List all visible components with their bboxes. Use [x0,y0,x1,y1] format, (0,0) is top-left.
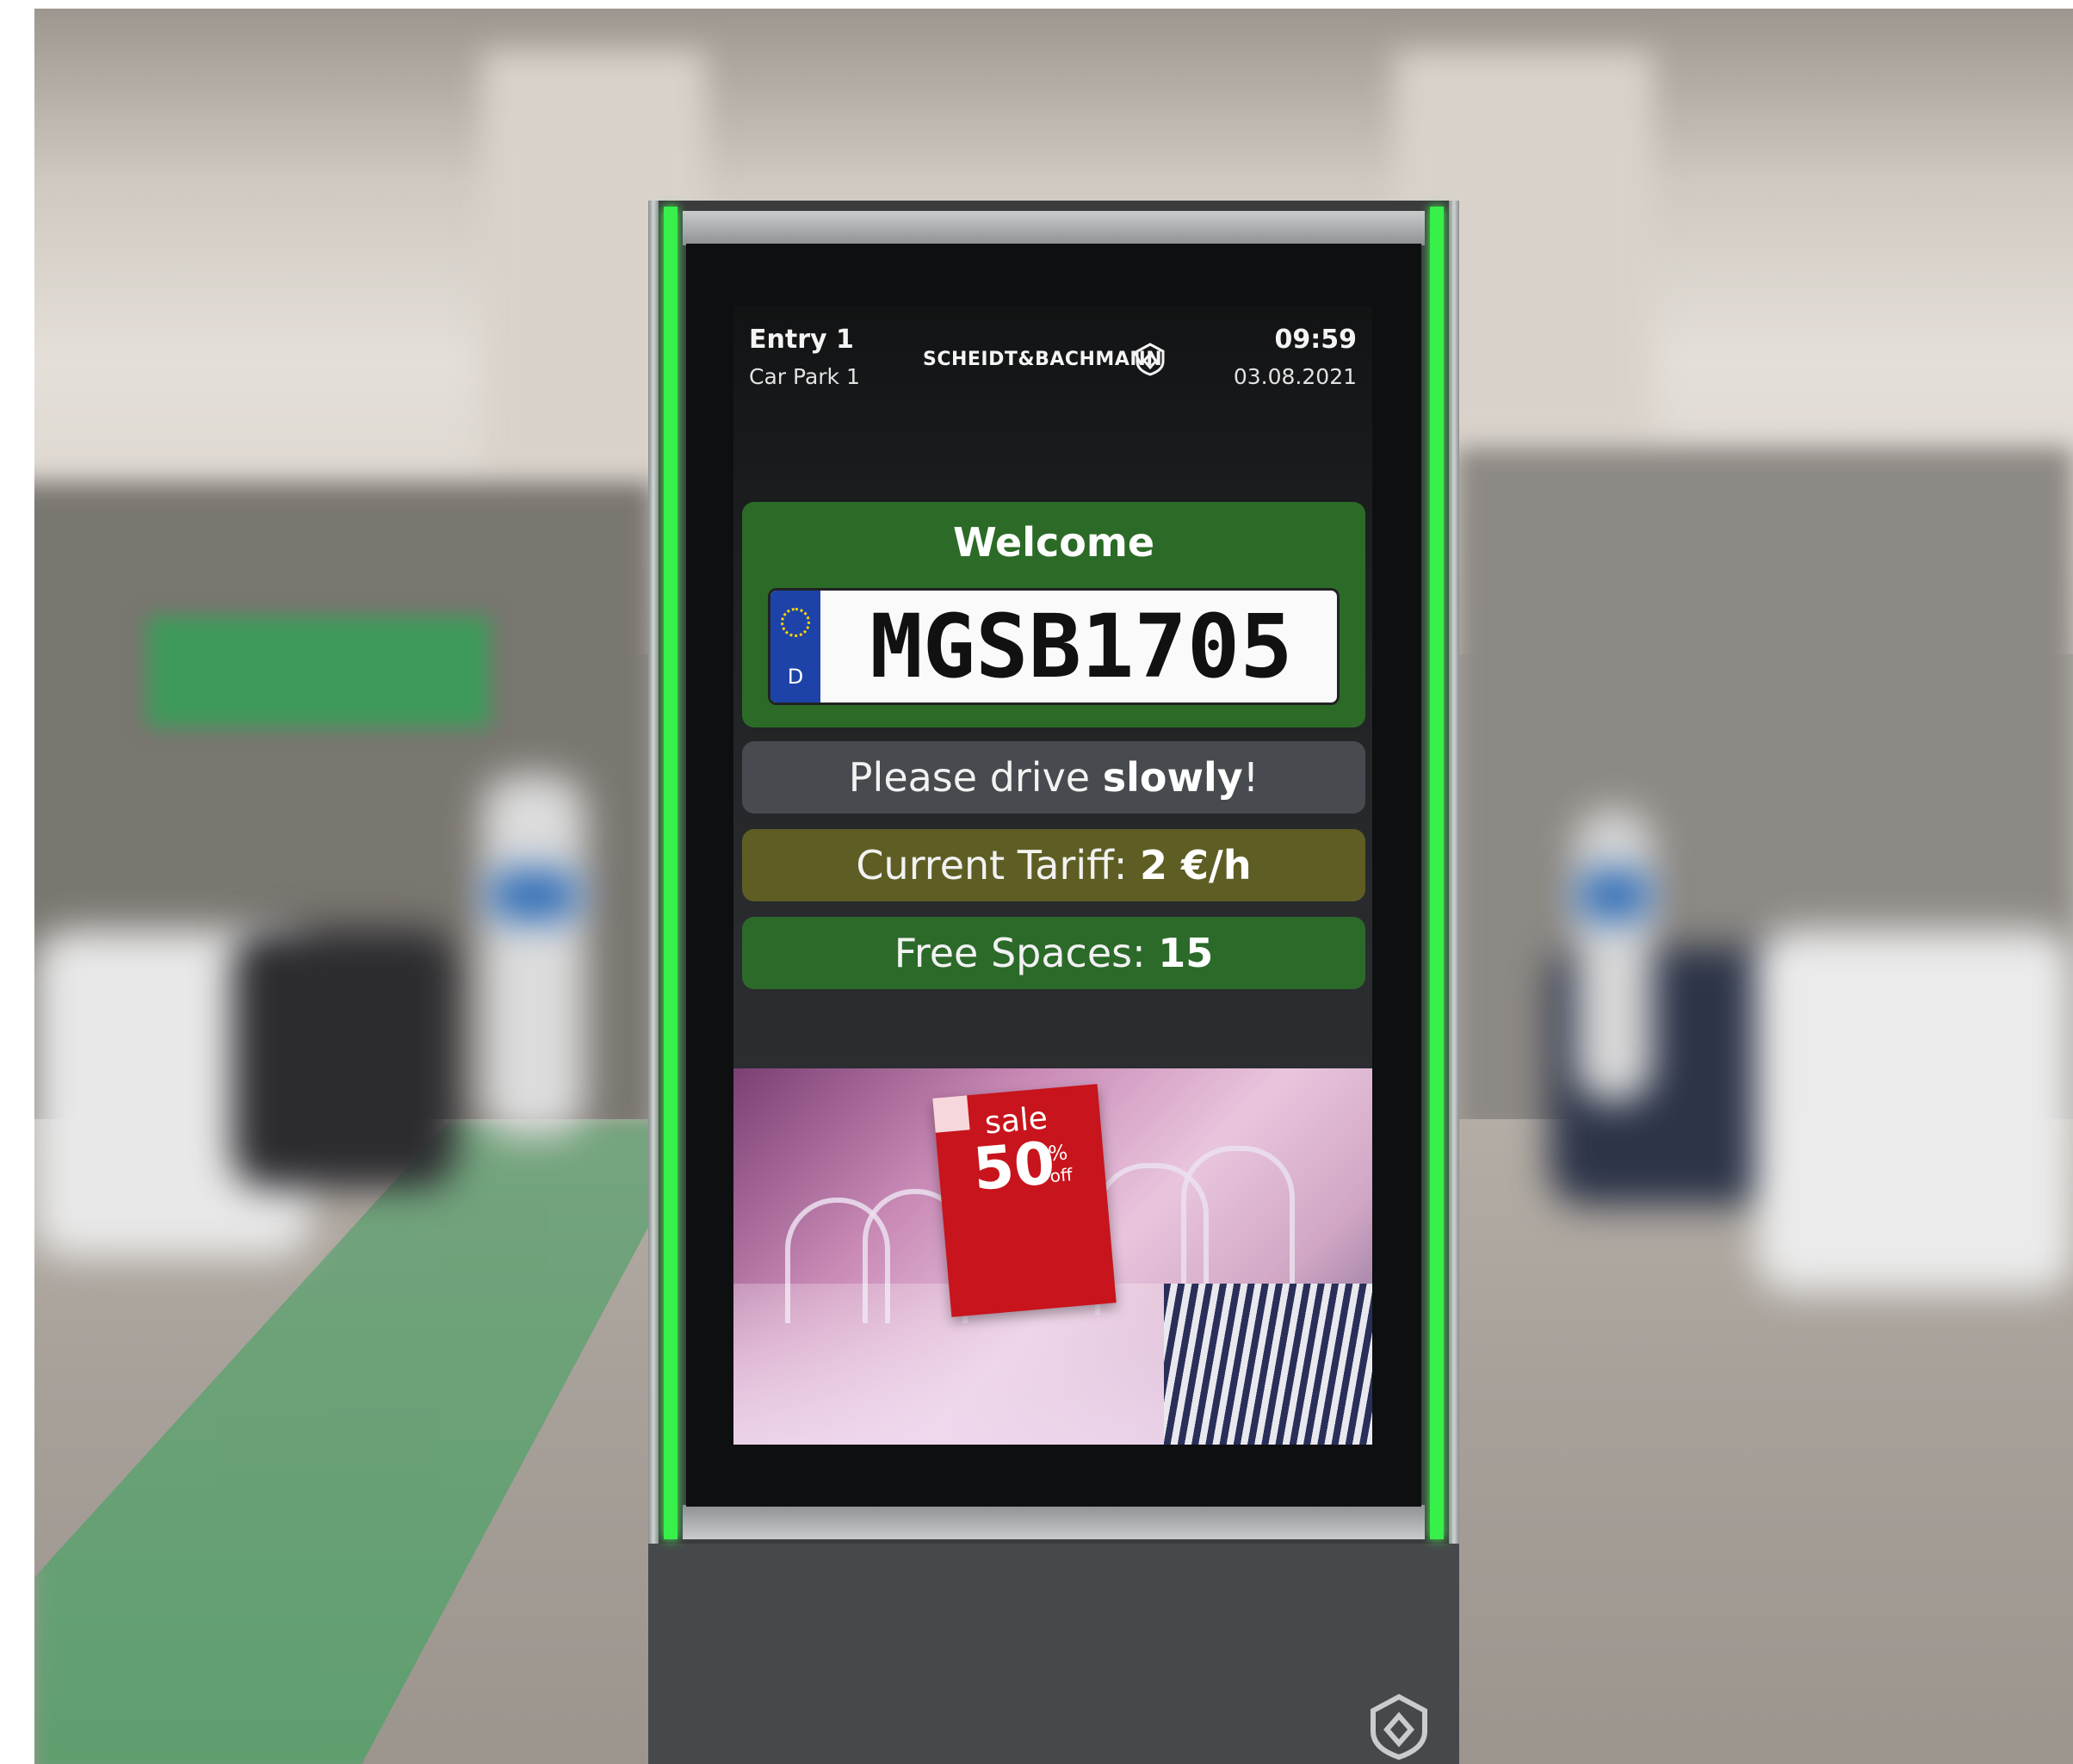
dark-car-left [232,930,456,1188]
sale-off-label: off [1049,1164,1074,1187]
led-strip-right [1430,207,1444,1539]
kiosk-screen: Entry 1 Car Park 1 SCHEIDT&BACHMANN 09:5… [733,306,1372,1445]
image-border [0,0,2073,9]
tariff-value: 2 €/h [1140,842,1252,888]
kiosk-top-trim [683,211,1425,245]
striped-shirt [1164,1284,1372,1445]
kiosk-rail-right [1449,201,1459,1544]
message-emphasis: slowly [1102,754,1243,801]
hanger [1181,1146,1295,1306]
pillar-right [1575,809,1653,1102]
plate-country-code: D [787,665,804,689]
pillar-left [482,775,585,1136]
drive-slowly-message: Please drive slowly! [742,741,1365,814]
led-strip-left [664,207,678,1539]
sale-percent-number: 50 [970,1129,1058,1204]
tag-corner [932,1095,970,1133]
welcome-panel: Welcome D MGSB1705 [742,502,1365,727]
license-plate: D MGSB1705 [768,588,1340,705]
message-text: Please drive [848,754,1103,801]
clock-time: 09:59 [1274,325,1358,355]
free-spaces-label: Free Spaces: [894,930,1159,976]
message-text: ! [1242,754,1259,801]
plate-number: MGSB1705 [869,596,1293,698]
brand-name: SCHEIDT&BACHMANN [923,349,1163,370]
eu-band: D [770,591,820,703]
car-park-label: Car Park 1 [749,364,860,389]
image-border [0,0,34,1764]
pillar-stripe [486,870,581,921]
free-spaces-value: 15 [1158,930,1214,976]
kiosk-base [648,1544,1459,1764]
pillar-stripe [1575,870,1653,921]
kiosk-bottom-trim [683,1505,1425,1539]
welcome-title: Welcome [952,519,1155,566]
sb-shield-icon [1136,343,1165,376]
tariff-message: Current Tariff: 2 €/h [742,829,1365,901]
eu-stars-icon [781,608,810,637]
sale-percent-sign: % [1047,1140,1069,1167]
white-car-right [1756,930,2073,1291]
clock-date: 03.08.2021 [1233,364,1357,389]
sale-tag: sale 50 % off [932,1084,1117,1317]
free-spaces-message: Free Spaces: 15 [742,917,1365,989]
sb-shield-icon [1371,1693,1427,1761]
sale-advertisement: sale 50 % off [733,1068,1372,1445]
green-sign [146,616,491,727]
tariff-label: Current Tariff: [856,842,1140,888]
entry-label: Entry 1 [749,325,854,355]
kiosk-rail-left [648,201,659,1544]
